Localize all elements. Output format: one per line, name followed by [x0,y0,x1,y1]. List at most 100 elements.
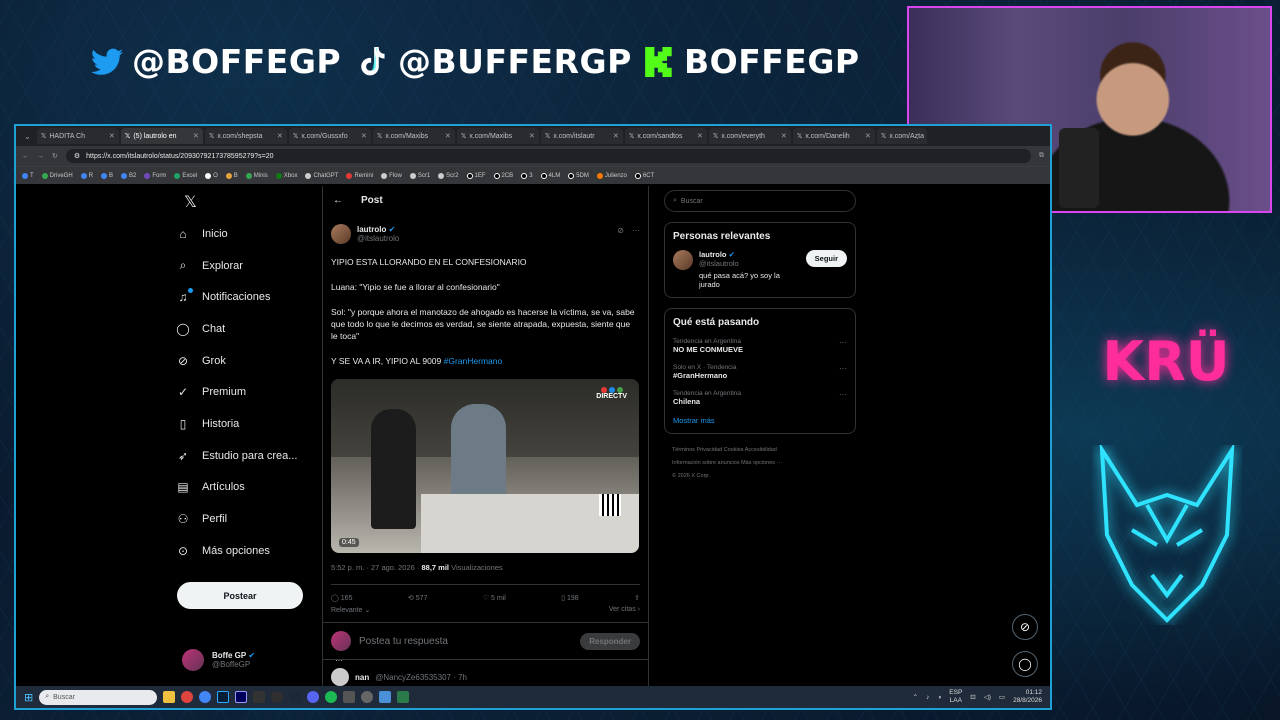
bookmark-item[interactable]: 1EF [466,172,486,179]
post-timestamp[interactable]: 5:52 p. m. · 27 ago. 2026 · [331,563,421,572]
more-icon[interactable]: ··· [839,338,847,347]
post-video[interactable]: DIRECTV 0:45 [331,379,639,553]
volume-icon[interactable]: ◁) [984,693,991,701]
bookmark-item[interactable]: 2CB [493,172,513,179]
bookmark-item[interactable]: Remini [346,172,373,179]
more-icon[interactable]: ··· [632,226,640,235]
bookmark-item[interactable]: Julienzo [596,172,627,179]
bookmark-button[interactable]: ▯ 198 [561,594,578,602]
app-icon[interactable] [379,691,392,703]
browser-tab[interactable]: 𝕏x.com/shepsta ✕ [204,128,287,144]
trend-item[interactable]: Solo en X · Tendencia #GranHermano ··· [673,364,847,380]
bookmark-item[interactable]: Flow [381,172,402,179]
browser-tab[interactable]: 𝕏x.com/Gussxfo ✕ [288,128,371,144]
bookmark-item[interactable]: Form [144,172,166,179]
like-button[interactable]: ♡ 5 mil [483,594,506,602]
bookmark-item[interactable]: Scr2 [438,172,459,179]
bookmark-item[interactable]: O [205,172,218,179]
bookmark-item[interactable]: T [22,172,34,179]
nav-item-explorar[interactable]: ⌕ Explorar [176,250,316,282]
close-icon[interactable]: ✕ [445,132,451,140]
chevron-up-icon[interactable]: ⌃ [913,693,918,701]
browser-tab[interactable]: 𝕏x.com/Danelih ✕ [792,128,875,144]
close-icon[interactable]: ✕ [277,132,283,140]
bookmark-item[interactable]: Scr1 [409,172,430,179]
back-icon[interactable]: ← [22,153,29,160]
close-icon[interactable]: ✕ [697,132,703,140]
app-icon[interactable] [343,691,356,703]
app-icon[interactable] [397,691,410,703]
windows-start-icon[interactable]: ⊞ [24,691,33,704]
share-icon[interactable]: ⇪ [634,594,640,602]
nav-item-perfil[interactable]: ⚇ Perfil [176,503,316,535]
nav-item-estudio[interactable]: ➶ Estudio para crea... [176,440,316,472]
steam-icon[interactable] [289,691,302,703]
grok-icon[interactable]: ⊘ [1012,614,1038,640]
reply-item[interactable]: nan @NancyZe63535307 · 7h [331,668,467,686]
reload-icon[interactable]: ↻ [52,152,58,160]
back-arrow-icon[interactable]: ← [333,195,343,206]
search-input[interactable]: ⌕ Buscar [664,190,856,212]
opera-icon[interactable] [181,691,194,703]
url-bar[interactable]: ⚙ https://x.com/itslautrolo/status/209307… [65,149,1031,163]
bookmark-item[interactable]: R [80,172,93,179]
bookmark-item[interactable]: 4LM [540,172,560,179]
nav-item-inicio[interactable]: ⌂ Inicio [176,218,316,250]
bookmark-item[interactable]: 6CT [634,172,654,179]
account-switcher[interactable]: Boffe GP ✔ @BoffeGP ··· [182,649,343,671]
nav-item-articulos[interactable]: ▤ Artículos [176,472,316,504]
photoshop-icon[interactable] [217,691,230,703]
obs-icon[interactable] [271,691,284,703]
nav-item-mas-opciones[interactable]: ⊙ Más opciones [176,535,316,567]
post-button[interactable]: Postear [177,582,303,609]
language-indicator[interactable]: ESP LAA [949,689,962,705]
trend-item[interactable]: Tendencia en Argentina NO ME CONMUEVE ··… [673,338,847,354]
bookmark-item[interactable]: B2 [121,172,136,179]
bookmark-item[interactable]: ChatGPT [305,172,338,179]
chrome-icon[interactable] [199,691,212,703]
post-author[interactable]: lautrolo ✔ @itslautrolo [331,224,399,244]
battery-icon[interactable]: ▭ [999,693,1005,701]
browser-tab[interactable]: 𝕏x.com/itslautr ✕ [540,128,623,144]
browser-tab[interactable]: 𝕏x.com/Aȥta [876,128,927,144]
grok-icon[interactable]: ⊘ [617,226,624,235]
browser-tab[interactable]: 𝕏x.com/everyth ✕ [708,128,791,144]
follow-button[interactable]: Seguir [805,250,847,267]
more-icon[interactable]: ··· [839,364,847,373]
app-icon[interactable] [361,691,374,703]
sort-dropdown[interactable]: Relevante ⌄ [331,606,370,614]
repost-button[interactable]: ⟲ 577 [408,594,428,602]
reply-submit-button[interactable]: Responder [580,632,640,650]
app-icon[interactable] [253,691,266,703]
bookmark-item[interactable]: DriveGH [41,172,73,179]
bookmark-item[interactable]: Excel [174,172,197,179]
close-icon[interactable]: ✕ [529,132,535,140]
network-icon[interactable]: ⊡ [970,693,975,701]
nav-item-grok[interactable]: ⊘ Grok [176,345,316,377]
taskbar-search[interactable]: ⌕ Buscar [39,689,158,705]
bookmark-item[interactable]: Xbox [275,172,297,179]
file-explorer-icon[interactable] [163,691,176,703]
premiere-icon[interactable] [235,691,248,703]
browser-tab-active[interactable]: 𝕏 (5) lautrolo en ✕ [120,128,203,144]
clock[interactable]: 01:12 28/8/2026 [1013,689,1042,705]
close-icon[interactable]: ✕ [865,132,871,140]
nav-item-premium[interactable]: ✓ Premium [176,376,316,408]
hashtag-link[interactable]: #GranHermano [444,356,503,366]
close-icon[interactable]: ✕ [613,132,619,140]
bookmark-item[interactable]: B [225,172,238,179]
bookmark-item[interactable]: 5DM [568,172,589,179]
discord-icon[interactable] [307,691,320,703]
headset-icon[interactable]: ◑ [937,694,941,701]
close-icon[interactable]: ✕ [781,132,787,140]
tab-list-icon[interactable]: ⌄ [20,132,35,141]
show-more-link[interactable]: Mostrar más [673,416,847,425]
reply-input[interactable]: Postea tu respuesta [359,636,572,647]
mic-icon[interactable]: ♪ [926,694,929,701]
bookmark-item[interactable]: Minis [245,172,268,179]
browser-tab[interactable]: 𝕏x.com/Maxibs ✕ [372,128,455,144]
trend-item[interactable]: Tendencia en Argentina Chilena ··· [673,390,847,406]
view-quotes-link[interactable]: Ver citas › [609,606,640,614]
more-icon[interactable]: ··· [839,390,847,399]
nav-item-notificaciones[interactable]: ♫ Notificaciones [176,281,316,313]
